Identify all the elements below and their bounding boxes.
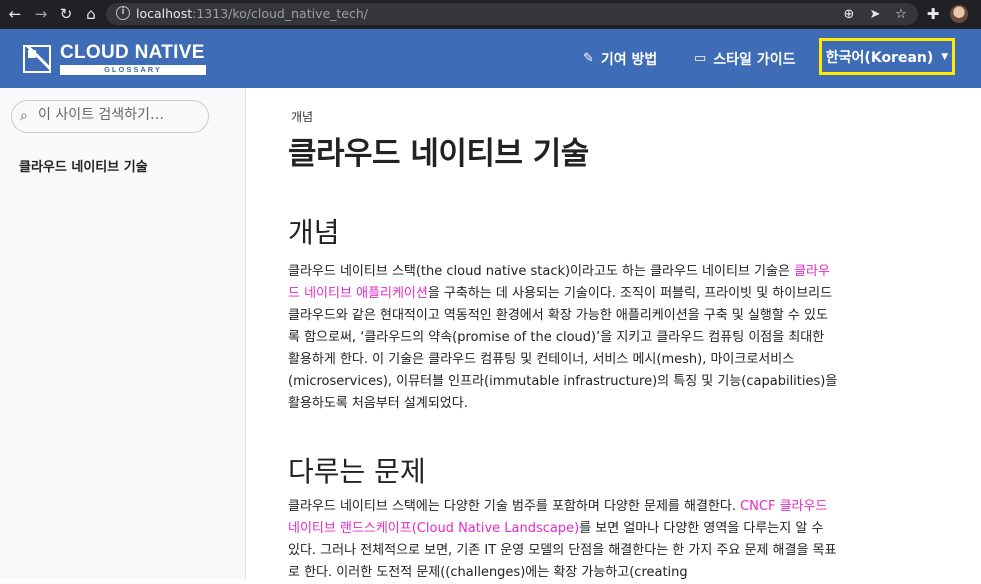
nav-style-guide[interactable]: ▭ 스타일 가이드 bbox=[694, 29, 795, 88]
search-icon: ⌕ bbox=[20, 108, 28, 124]
forward-arrow-icon[interactable]: → bbox=[32, 5, 50, 23]
browser-toolbar: ← → ↻ ⌂ i localhost:1313/ko/cloud_native… bbox=[0, 0, 981, 29]
page-title: 클라우드 네이티브 기술 bbox=[288, 136, 589, 172]
section-heading-concept: 개념 bbox=[288, 216, 340, 249]
logo-title: CLOUD NATIVE bbox=[60, 42, 205, 63]
reload-icon[interactable]: ↻ bbox=[57, 5, 75, 23]
address-bar[interactable]: i localhost:1313/ko/cloud_native_tech/ ⊕… bbox=[106, 3, 918, 25]
section-heading-problem: 다루는 문제 bbox=[288, 455, 426, 488]
nav-style-guide-label: 스타일 가이드 bbox=[713, 51, 796, 68]
breadcrumb[interactable]: 개념 bbox=[291, 108, 313, 125]
url-text: localhost:1313/ko/cloud_native_tech/ bbox=[136, 6, 369, 21]
paragraph-problem: 클라우드 네이티브 스택에는 다양한 기술 범주를 포함하며 다양한 문제를 해… bbox=[288, 499, 837, 580]
sidebar: ⌕ 클라우드 네이티브 기술 bbox=[0, 88, 246, 579]
paragraph-concept: 클라우드 네이티브 스택(the cloud native stack)이라고도… bbox=[288, 264, 838, 411]
language-dropdown[interactable]: 한국어(Korean) ▼ bbox=[819, 38, 955, 75]
ruler-icon: ▭ bbox=[694, 51, 707, 66]
nav-contribute[interactable]: ✎ 기여 방법 bbox=[583, 29, 657, 88]
logo-subtitle: GLOSSARY bbox=[60, 65, 206, 75]
sidebar-item-cloud-native-tech[interactable]: 클라우드 네이티브 기술 bbox=[19, 156, 148, 175]
zoom-icon[interactable]: ⊕ bbox=[840, 5, 858, 23]
search-input[interactable] bbox=[38, 107, 198, 123]
bookmark-star-icon[interactable]: ☆ bbox=[892, 5, 910, 23]
chevron-down-icon: ▼ bbox=[941, 51, 949, 62]
edit-icon: ✎ bbox=[583, 51, 594, 66]
site-logo[interactable]: CLOUD NATIVE GLOSSARY bbox=[23, 43, 206, 75]
profile-avatar[interactable] bbox=[950, 5, 968, 23]
language-label: 한국어(Korean) bbox=[825, 49, 934, 66]
search-box[interactable]: ⌕ bbox=[11, 100, 209, 133]
site-info-icon[interactable]: i bbox=[116, 6, 130, 20]
extensions-icon[interactable]: ✚ bbox=[924, 5, 942, 23]
back-arrow-icon[interactable]: ← bbox=[6, 5, 24, 23]
nav-contribute-label: 기여 방법 bbox=[600, 51, 658, 68]
home-icon[interactable]: ⌂ bbox=[82, 5, 100, 23]
cncf-logo-icon bbox=[23, 45, 51, 73]
send-icon[interactable]: ➤ bbox=[866, 5, 884, 23]
